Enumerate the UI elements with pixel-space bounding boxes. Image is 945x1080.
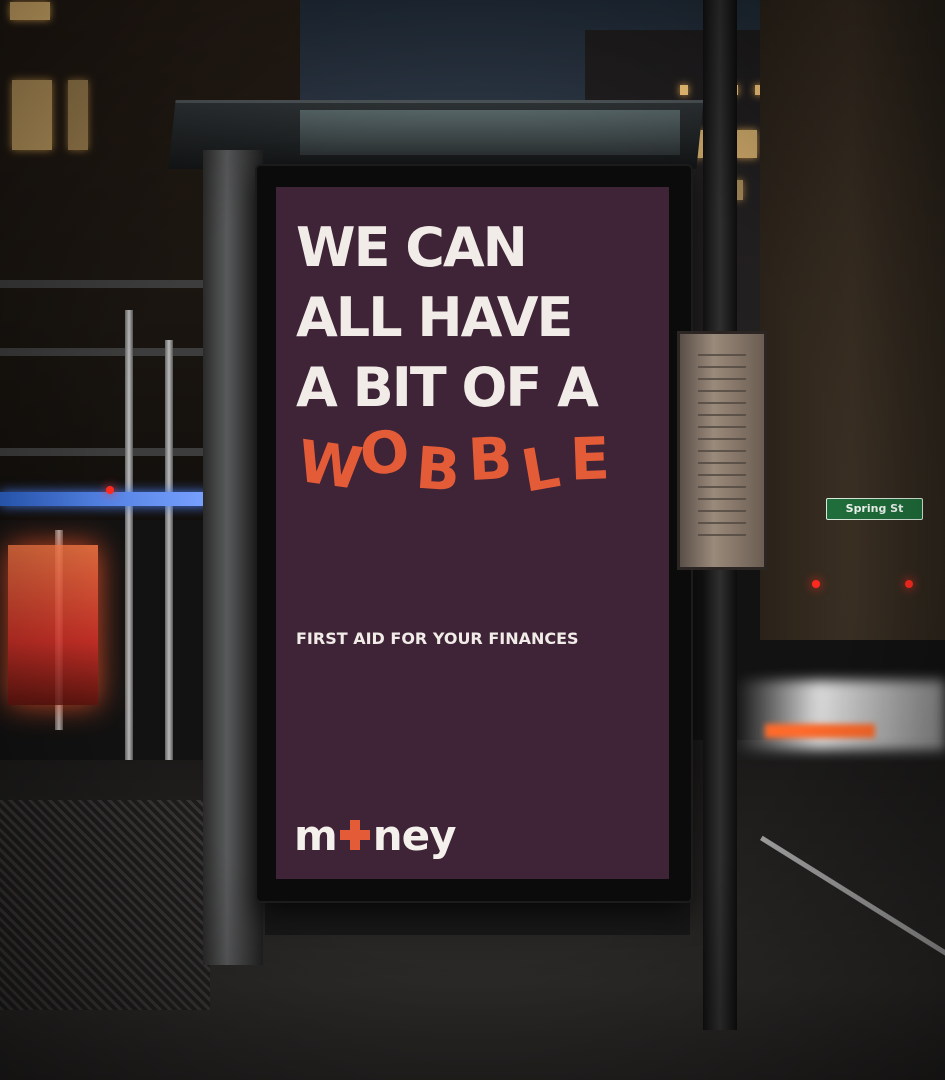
scaffold-pole — [125, 310, 133, 780]
plus-cross-icon — [338, 818, 372, 852]
bus-info-panel — [677, 331, 767, 570]
red-signal-light — [905, 580, 913, 588]
ad-poster: WE CAN ALL HAVE A BIT OF A W O B B L E F… — [276, 187, 669, 879]
scaffold-beam — [0, 348, 210, 356]
wobble-letter: E — [568, 424, 610, 494]
headline-line: A BIT OF A — [296, 356, 599, 419]
right-building — [760, 0, 945, 640]
shelter-post — [203, 150, 263, 965]
street-scene: WE CAN ALL HAVE A BIT OF A W O B B L E F… — [0, 0, 945, 1080]
tactile-paving — [0, 800, 210, 1010]
headline-line: WE CAN — [296, 216, 528, 279]
red-signal-light — [106, 486, 114, 494]
wobble-word: W O B B L E — [294, 417, 638, 506]
building-window — [735, 130, 757, 158]
scaffold-beam — [0, 280, 220, 288]
canopy-glass — [300, 110, 680, 155]
building-window — [68, 80, 88, 150]
wobble-letter: O — [356, 416, 412, 490]
wobble-letter: B — [413, 433, 462, 505]
scaffold-beam — [0, 448, 210, 456]
car-tail-light-streak — [765, 724, 875, 738]
poster-headline: WE CAN ALL HAVE A BIT OF A — [296, 213, 599, 423]
blue-light-strip — [0, 492, 210, 506]
poster-tagline: FIRST AID FOR YOUR FINANCES — [296, 629, 579, 648]
building-window — [680, 85, 688, 95]
moving-car-lights — [735, 680, 945, 750]
wobble-letter: W — [293, 426, 366, 504]
building-window — [10, 2, 50, 20]
scaffold-pole — [165, 340, 173, 760]
wobble-letter: B — [466, 423, 513, 495]
logo-text-left: m — [294, 810, 338, 860]
money-logo: m ney — [294, 807, 457, 863]
headline-line: ALL HAVE — [296, 286, 573, 349]
street-name-sign: Spring St — [826, 498, 923, 520]
logo-text-right: ney — [372, 810, 457, 860]
building-window — [12, 80, 52, 150]
shelter-base — [265, 895, 690, 935]
lit-storefront — [8, 545, 98, 705]
schedule-lines — [698, 354, 746, 544]
red-signal-light — [812, 580, 820, 588]
wobble-letter: L — [516, 432, 564, 506]
